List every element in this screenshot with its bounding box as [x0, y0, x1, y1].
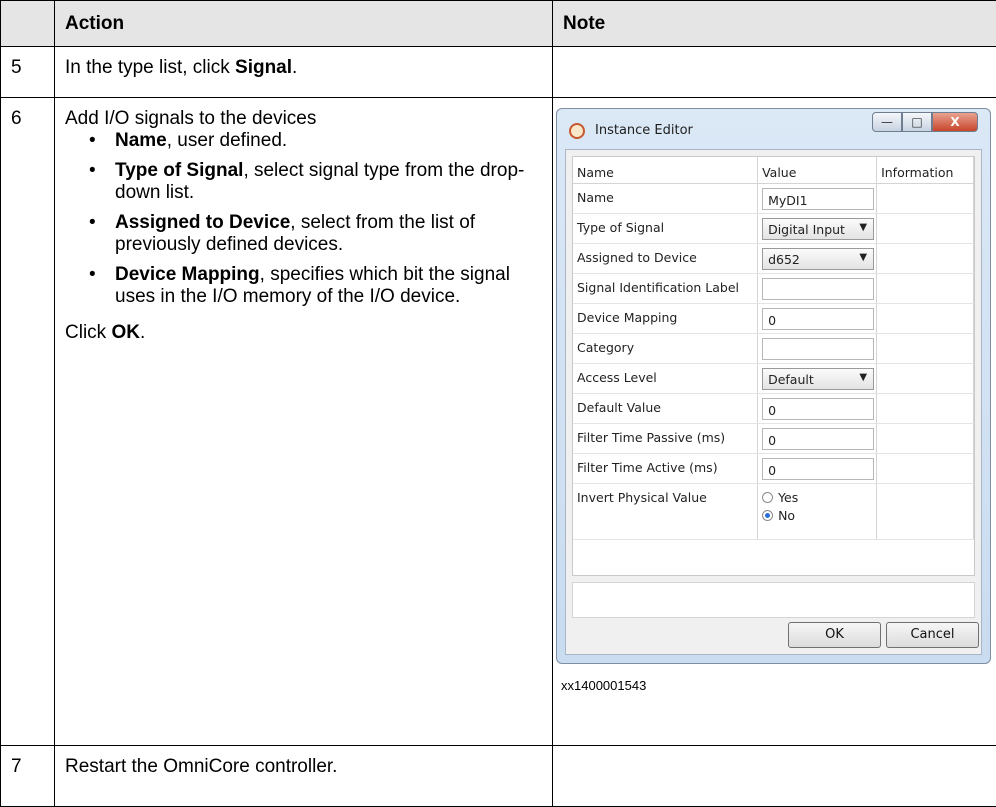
- ok-button[interactable]: OK: [788, 622, 881, 648]
- chevron-down-icon: ▼: [859, 252, 867, 263]
- property-name: Type of Signal: [573, 213, 758, 243]
- list-item: •Assigned to Device, select from the lis…: [79, 212, 542, 256]
- step-number: 7: [1, 746, 55, 807]
- filter-time-passive-field[interactable]: 0: [762, 428, 874, 450]
- grid-row: Device Mapping 0: [573, 303, 974, 333]
- step-number: 6: [1, 98, 55, 746]
- property-name: Access Level: [573, 363, 758, 393]
- information-cell: [877, 393, 974, 423]
- grid-row: Filter Time Passive (ms) 0: [573, 423, 974, 453]
- list-item: •Type of Signal, select signal type from…: [79, 160, 542, 204]
- radio-icon: [762, 492, 773, 503]
- information-cell: [877, 423, 974, 453]
- step-note: [553, 746, 996, 807]
- grid-row: Filter Time Active (ms) 0: [573, 453, 974, 483]
- invert-no-radio[interactable]: No: [762, 508, 876, 523]
- information-cell: [877, 213, 974, 243]
- category-field[interactable]: [762, 338, 874, 360]
- cancel-button[interactable]: Cancel: [886, 622, 979, 648]
- table-row: 7 Restart the OmniCore controller.: [1, 746, 996, 807]
- grid-row: Assigned to Device d652▼: [573, 243, 974, 273]
- type-of-signal-dropdown[interactable]: Digital Input▼: [762, 218, 874, 240]
- assigned-to-device-dropdown[interactable]: d652▼: [762, 248, 874, 270]
- column-header-information: Information: [877, 157, 974, 183]
- step-action: In the type list, click Signal.: [55, 47, 553, 98]
- click-ok-instruction: Click OK.: [65, 322, 542, 344]
- information-cell: [877, 273, 974, 303]
- grid-row: Invert Physical Value Yes No: [573, 483, 974, 539]
- list-item: •Name, user defined.: [79, 130, 542, 152]
- name-value-field[interactable]: MyDI1: [762, 188, 874, 210]
- step-note: [553, 47, 996, 98]
- grid-row: Signal Identification Label: [573, 273, 974, 303]
- grid-row: Default Value 0: [573, 393, 974, 423]
- information-cell: [877, 333, 974, 363]
- description-box: [572, 582, 975, 618]
- invert-yes-radio[interactable]: Yes: [762, 490, 876, 505]
- information-cell: [877, 183, 974, 213]
- header-action: Action: [55, 1, 553, 47]
- property-name: Category: [573, 333, 758, 363]
- grid-row: Type of Signal Digital Input▼: [573, 213, 974, 243]
- minimize-button[interactable]: —: [872, 112, 902, 132]
- information-cell: [877, 243, 974, 273]
- grid-row: Name MyDI1: [573, 183, 974, 213]
- property-name: Device Mapping: [573, 303, 758, 333]
- property-name: Assigned to Device: [573, 243, 758, 273]
- information-cell: [877, 303, 974, 333]
- table-header-row: Action Note: [1, 1, 996, 47]
- property-grid: Name Value Information Name MyDI1 Type o…: [572, 156, 975, 576]
- step-action: Restart the OmniCore controller.: [55, 746, 553, 807]
- dialog-titlebar: Instance Editor — □ X: [557, 109, 990, 151]
- instance-editor-dialog: Instance Editor — □ X Name Value Informa…: [556, 108, 991, 664]
- chevron-down-icon: ▼: [859, 372, 867, 383]
- bullet-list: •Name, user defined. •Type of Signal, se…: [65, 130, 542, 308]
- dialog-title: Instance Editor: [595, 123, 693, 138]
- table-row: 5 In the type list, click Signal.: [1, 47, 996, 98]
- information-cell: [877, 483, 974, 539]
- access-level-dropdown[interactable]: Default▼: [762, 368, 874, 390]
- information-cell: [877, 453, 974, 483]
- close-button[interactable]: X: [932, 112, 978, 132]
- column-header-name: Name: [573, 157, 758, 183]
- step-action: Add I/O signals to the devices •Name, us…: [55, 98, 553, 746]
- step-intro: Add I/O signals to the devices: [65, 108, 542, 130]
- step-number: 5: [1, 47, 55, 98]
- column-header-value: Value: [758, 157, 877, 183]
- property-name: Signal Identification Label: [573, 273, 758, 303]
- grid-header-row: Name Value Information: [573, 157, 974, 183]
- chevron-down-icon: ▼: [859, 222, 867, 233]
- filter-time-active-field[interactable]: 0: [762, 458, 874, 480]
- grid-row: Category: [573, 333, 974, 363]
- property-name: Filter Time Active (ms): [573, 453, 758, 483]
- device-mapping-field[interactable]: 0: [762, 308, 874, 330]
- grid-row: Access Level Default▼: [573, 363, 974, 393]
- radio-selected-icon: [762, 510, 773, 521]
- property-name: Default Value: [573, 393, 758, 423]
- header-note: Note: [553, 1, 996, 47]
- default-value-field[interactable]: 0: [762, 398, 874, 420]
- list-item: •Device Mapping, specifies which bit the…: [79, 264, 542, 308]
- property-name: Filter Time Passive (ms): [573, 423, 758, 453]
- header-number-cell: [1, 1, 55, 47]
- property-name: Name: [573, 183, 758, 213]
- dialog-body: Name Value Information Name MyDI1 Type o…: [565, 149, 982, 655]
- window-controls: — □ X: [872, 112, 978, 132]
- maximize-button[interactable]: □: [902, 112, 932, 132]
- information-cell: [877, 363, 974, 393]
- figure-id: xx1400001543: [561, 678, 646, 693]
- signal-identification-label-field[interactable]: [762, 278, 874, 300]
- property-name: Invert Physical Value: [573, 483, 758, 539]
- robotstudio-app-icon: [569, 123, 585, 139]
- property-grid-table: Name Value Information Name MyDI1 Type o…: [573, 157, 974, 540]
